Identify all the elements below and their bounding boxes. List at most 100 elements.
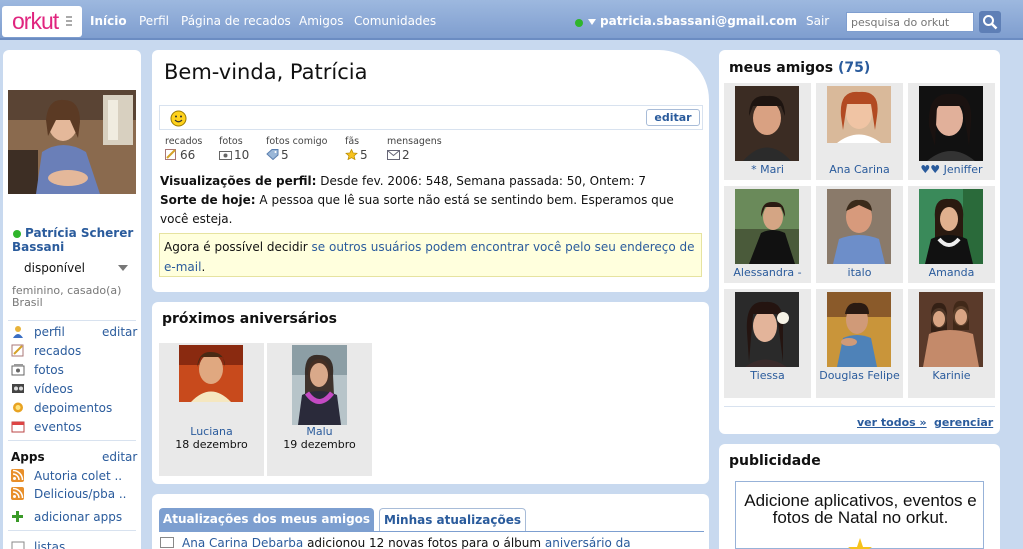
nav-inicio[interactable]: Início [90, 14, 127, 28]
friend-photo[interactable] [735, 86, 799, 161]
friend-name[interactable]: Alessandra - [724, 267, 811, 279]
sun-icon [13, 402, 23, 413]
friend-card[interactable]: Alessandra - [724, 186, 811, 283]
rss-icon [11, 487, 24, 500]
status-select[interactable]: disponível [24, 261, 85, 275]
friend-photo[interactable] [919, 86, 983, 161]
sidebar-item-videos[interactable]: vídeos [11, 381, 141, 397]
photo-icon [160, 537, 174, 548]
friend-name[interactable]: Karinie [908, 370, 995, 382]
sidebar-item-recados[interactable]: recados [11, 343, 141, 359]
stat-fotos-comigo[interactable]: fotos comigo 5 [266, 136, 327, 162]
friend-name[interactable]: ♥♥ Jeniffer [908, 164, 995, 176]
friend-name[interactable]: Ana Carina [816, 164, 903, 176]
tag-icon [266, 149, 279, 160]
update-album-link[interactable]: aniversário da [545, 536, 631, 549]
friend-name[interactable]: italo [816, 267, 903, 279]
photo-icon [11, 364, 25, 376]
friend-card[interactable]: Amanda [908, 186, 995, 283]
nav-perfil[interactable]: Perfil [139, 14, 169, 28]
app-item-delicious[interactable]: Delicious/pba .. [11, 486, 141, 502]
edit-apps-link[interactable]: editar [102, 450, 137, 464]
sidebar-item-label: recados [34, 344, 82, 358]
tab-friends-updates[interactable]: Atualizações dos meus amigos [159, 508, 374, 532]
profile-views: Visualizações de perfil: Desde fev. 2006… [160, 172, 705, 191]
see-all-friends-link[interactable]: ver todos » [857, 416, 927, 429]
stat-recados[interactable]: recados 66 [165, 136, 202, 162]
stat-fotos[interactable]: fotos 10 [219, 136, 249, 162]
friend-photo[interactable] [292, 345, 347, 425]
left-sidebar: Patrícia Scherer Bassani disponível femi… [3, 50, 141, 549]
updates-card: Atualizações dos meus amigos Minhas atua… [152, 494, 709, 549]
friend-card[interactable]: Tiessa [724, 289, 811, 398]
online-status-icon [575, 19, 583, 27]
friend-name[interactable]: Luciana [159, 425, 264, 438]
divider [724, 406, 995, 407]
search-button[interactable] [979, 11, 1001, 33]
friend-name[interactable]: * Mari [724, 164, 811, 176]
divider [159, 531, 704, 532]
notepad-icon [11, 344, 24, 357]
nav-recados[interactable]: Página de recados [181, 14, 291, 28]
friend-photo[interactable] [827, 292, 891, 367]
sidebar-item-fotos[interactable]: fotos [11, 362, 141, 378]
chevron-down-icon[interactable] [118, 265, 128, 271]
update-friend-link[interactable]: Ana Carina Debarba [182, 536, 303, 549]
friend-card[interactable]: * Mari [724, 83, 811, 180]
status-message-bar[interactable]: editar [159, 105, 703, 130]
sidebar-item-eventos[interactable]: eventos [11, 419, 141, 435]
nav-amigos[interactable]: Amigos [299, 14, 343, 28]
friend-photo[interactable] [827, 189, 891, 264]
stat-label: mensagens [387, 136, 442, 147]
tab-my-updates[interactable]: Minhas atualizações [379, 508, 526, 532]
update-item: Ana Carina Debarba adicionou 12 novas fo… [160, 536, 700, 549]
profile-views-text: Desde fev. 2006: 548, Semana passada: 50… [316, 174, 646, 188]
friends-count[interactable]: (75) [838, 60, 870, 76]
logout-link[interactable]: Sair [806, 14, 829, 28]
friend-card[interactable]: Douglas Felipe [816, 289, 903, 398]
ad-text: Adicione aplicativos, eventos e fotos de… [744, 491, 977, 527]
friend-card[interactable]: Ana Carina [816, 83, 903, 180]
friend-photo[interactable] [735, 189, 799, 264]
orkut-logo[interactable]: orkut [2, 6, 82, 37]
sidebar-item-listas[interactable]: listas [11, 539, 141, 549]
friend-card[interactable]: italo [816, 186, 903, 283]
user-email[interactable]: patricia.sbassani@gmail.com [600, 14, 797, 28]
fortune-label: Sorte de hoje: [160, 193, 256, 207]
friend-name[interactable]: Tiessa [724, 370, 811, 382]
edit-status-button[interactable]: editar [646, 109, 700, 126]
friend-card[interactable]: ♥♥ Jeniffer [908, 83, 995, 180]
list-icon [11, 541, 25, 549]
friend-photo[interactable] [827, 86, 891, 143]
birthday-item[interactable]: Malu 19 dezembro [267, 343, 372, 476]
stat-mensagens[interactable]: mensagens 2 [387, 136, 442, 162]
nav-comunidades[interactable]: Comunidades [354, 14, 436, 28]
friend-photo[interactable] [919, 292, 983, 367]
sidebar-item-perfil[interactable]: perfil editar [11, 324, 141, 340]
friend-name[interactable]: Malu [267, 425, 372, 438]
smiley-icon[interactable] [170, 110, 187, 127]
friend-name[interactable]: Douglas Felipe [816, 370, 903, 382]
friend-photo[interactable] [735, 292, 799, 367]
top-bar: orkut Início Perfil Página de recados Am… [0, 0, 1023, 40]
profile-name[interactable]: Patrícia Scherer Bassani [12, 226, 140, 254]
app-label: Autoria colet .. [34, 469, 123, 483]
edit-profile-link[interactable]: editar [102, 325, 137, 339]
birthday-item[interactable]: Luciana 18 dezembro [159, 343, 264, 476]
app-item-autoria[interactable]: Autoria colet .. [11, 468, 141, 484]
search-input[interactable] [846, 12, 974, 32]
stat-fas[interactable]: fãs 5 [345, 136, 368, 162]
add-apps-link[interactable]: adicionar apps [11, 509, 141, 525]
friend-name[interactable]: Amanda [908, 267, 995, 279]
profile-photo[interactable] [8, 90, 136, 194]
notice-text: Agora é possível decidir [164, 240, 312, 254]
rss-icon [11, 469, 24, 482]
ad-banner[interactable]: Adicione aplicativos, eventos e fotos de… [735, 481, 984, 549]
manage-friends-link[interactable]: gerenciar [934, 416, 993, 429]
chevron-down-icon[interactable] [588, 19, 596, 25]
sidebar-item-depoimentos[interactable]: depoimentos [11, 400, 141, 416]
logo-text: orkut [12, 8, 59, 34]
friend-card[interactable]: Karinie [908, 289, 995, 398]
friend-photo[interactable] [179, 345, 243, 402]
friend-photo[interactable] [919, 189, 983, 264]
